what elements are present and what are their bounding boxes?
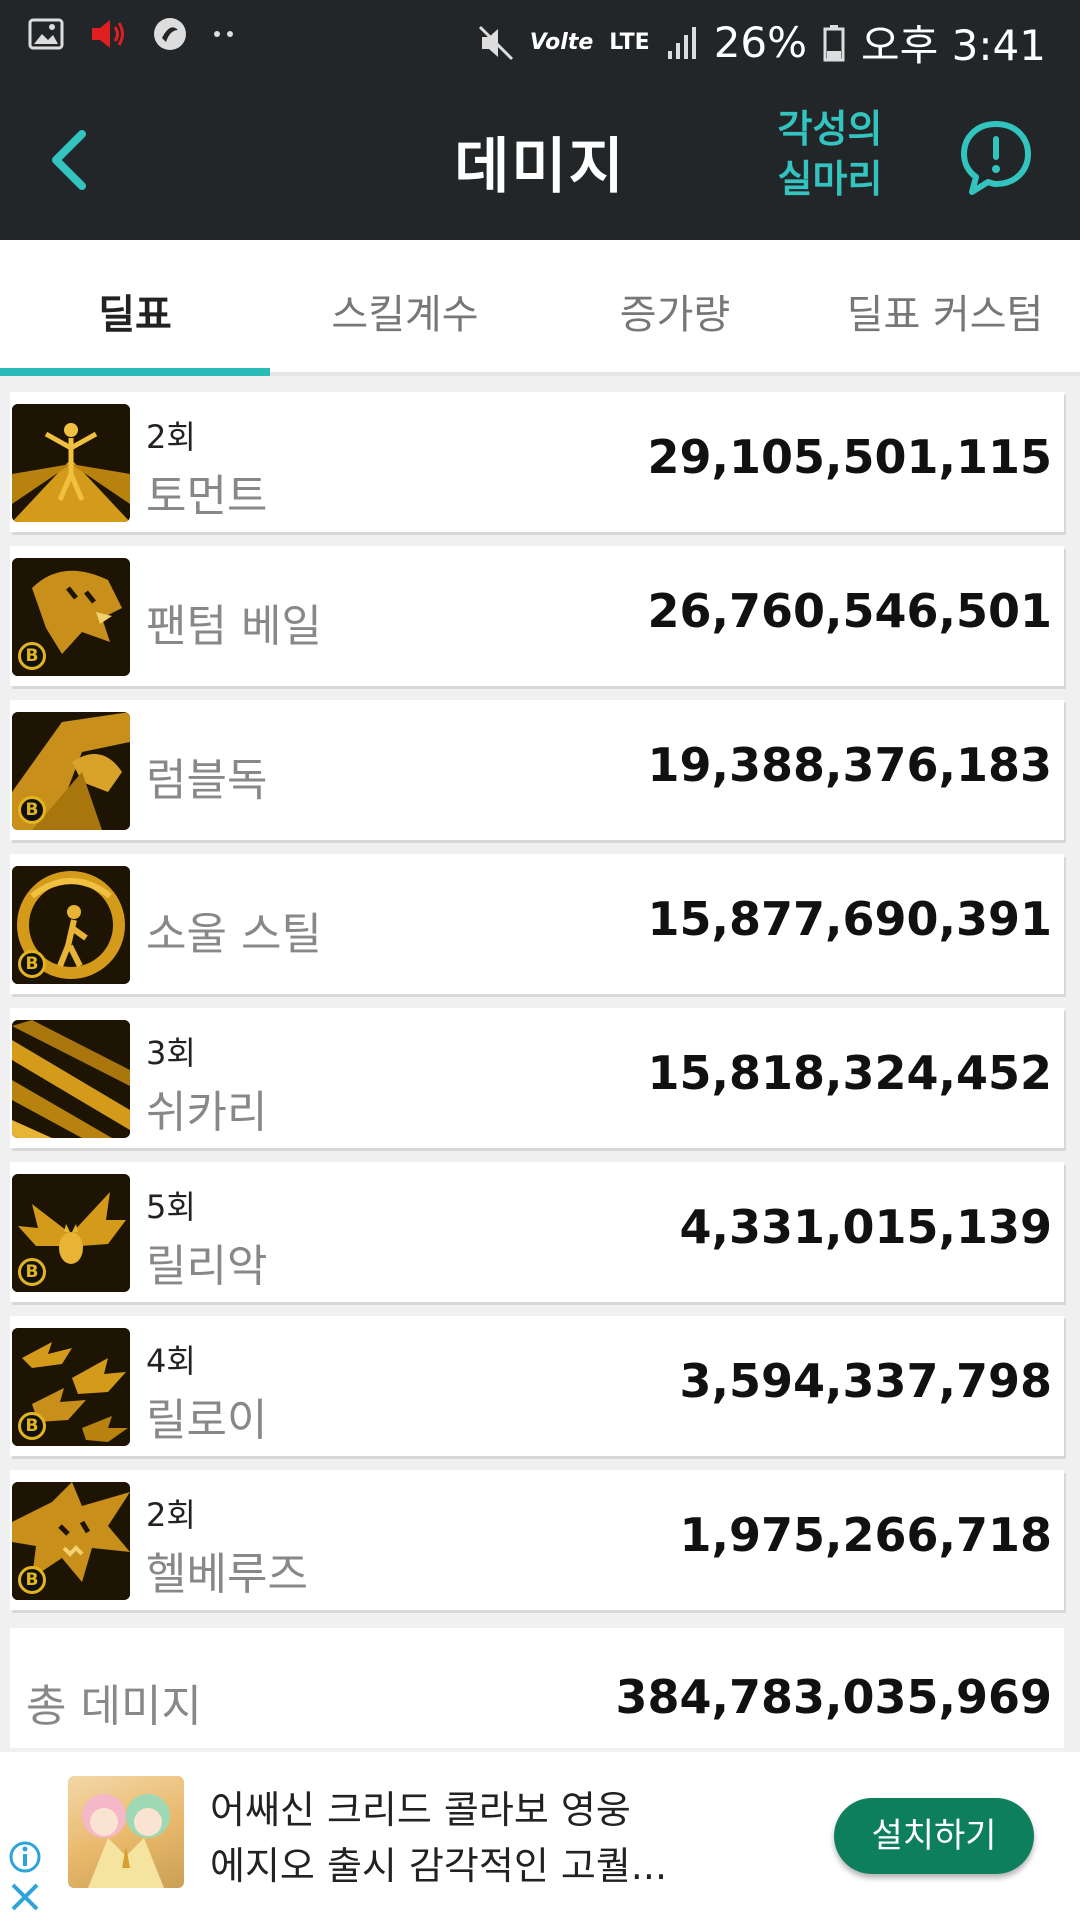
skill-name: 토먼트 xyxy=(146,471,268,522)
skill-name: 팬텀 베일 xyxy=(146,601,322,652)
skill-row[interactable]: B 5회 릴리악 4,331,015,139 xyxy=(10,1162,1064,1302)
ad-banner[interactable]: 어쌔신 크리드 콜라보 영웅 에지오 출시 감각적인 고퀄... 설치하기 xyxy=(0,1752,1080,1920)
volume-icon xyxy=(92,20,124,48)
hit-count: 4회 xyxy=(146,1342,196,1380)
lte-indicator: LTE xyxy=(609,30,650,55)
hit-count: 3회 xyxy=(146,1034,196,1072)
damage-value: 19,388,376,183 xyxy=(647,738,1053,792)
damage-value: 1,975,266,718 xyxy=(679,1508,1053,1562)
damage-value: 4,331,015,139 xyxy=(679,1200,1053,1254)
system-status: Volte LTE 26% 오후 3:41 xyxy=(478,12,1046,73)
skill-row[interactable]: B 2회 헬베루즈 1,975,266,718 xyxy=(10,1470,1064,1610)
hit-count: 5회 xyxy=(146,1188,196,1226)
notification-icons xyxy=(28,16,236,52)
total-damage-value: 384,783,035,969 xyxy=(615,1670,1052,1724)
tab-custom-table[interactable]: 딜표 커스텀 xyxy=(810,240,1080,372)
signal-icon xyxy=(667,26,696,59)
app-bar: 데미지 각성의 실마리 xyxy=(0,76,1080,240)
ad-close-icon[interactable] xyxy=(8,1880,42,1914)
hit-count: 2회 xyxy=(146,1496,196,1534)
more-dots-icon xyxy=(214,31,233,37)
hit-count: 2회 xyxy=(146,418,196,456)
clock: 오후 3:41 xyxy=(861,21,1046,70)
tab-damage-table[interactable]: 딜표 xyxy=(0,240,270,376)
page-title: 데미지 xyxy=(454,132,626,202)
awakening-clue-line2: 실마리 xyxy=(777,157,883,201)
torment-skill-icon xyxy=(12,404,130,522)
skill-name: 소울 스틸 xyxy=(146,909,322,960)
gallery-icon xyxy=(28,18,64,50)
soul-steal-skill-icon: B xyxy=(12,866,130,984)
skill-row[interactable]: B 소울 스틸 15,877,690,391 xyxy=(10,854,1064,994)
damage-value: 15,818,324,452 xyxy=(647,1046,1053,1100)
total-damage-row: 총 데미지 384,783,035,969 xyxy=(10,1628,1064,1748)
skill-row[interactable]: 3회 쉬카리 15,818,324,452 xyxy=(10,1008,1064,1148)
damage-value: 26,760,546,501 xyxy=(647,584,1053,638)
skill-name: 헬베루즈 xyxy=(146,1549,308,1600)
b-badge: B xyxy=(18,1566,46,1594)
skill-name: 쉬카리 xyxy=(146,1087,268,1138)
install-button[interactable]: 설치하기 xyxy=(834,1798,1034,1874)
b-badge: B xyxy=(18,950,46,978)
awakening-clue-button[interactable]: 각성의 실마리 xyxy=(760,104,900,204)
mute-icon xyxy=(478,25,513,60)
shikari-skill-icon xyxy=(12,1020,130,1138)
battery-icon xyxy=(823,24,845,61)
b-badge: B xyxy=(18,1258,46,1286)
tab-increase[interactable]: 증가량 xyxy=(540,240,810,372)
skill-name: 럼블독 xyxy=(146,755,268,806)
helveruz-skill-icon: B xyxy=(12,1482,130,1600)
ad-game-image[interactable] xyxy=(68,1776,184,1888)
b-badge: B xyxy=(18,1412,46,1440)
skill-row[interactable]: 2회 토먼트 29,105,501,115 xyxy=(10,392,1064,532)
ad-line-2: 에지오 출시 감각적인 고퀄... xyxy=(210,1844,668,1888)
status-bar: Volte LTE 26% 오후 3:41 xyxy=(0,0,1080,76)
skill-name: 릴로이 xyxy=(146,1395,268,1446)
phantom-veil-skill-icon: B xyxy=(12,558,130,676)
ad-text[interactable]: 어쌔신 크리드 콜라보 영웅 에지오 출시 감각적인 고퀄... xyxy=(210,1782,690,1894)
ad-info-icon[interactable] xyxy=(8,1840,42,1874)
tab-bar: 딜표 스킬계수 증가량 딜표 커스텀 xyxy=(0,240,1080,376)
awakening-clue-line1: 각성의 xyxy=(777,107,883,151)
damage-value: 15,877,690,391 xyxy=(647,892,1053,946)
liliac-skill-icon: B xyxy=(12,1174,130,1292)
damage-value: 29,105,501,115 xyxy=(647,430,1053,484)
damage-value: 3,594,337,798 xyxy=(679,1354,1053,1408)
skill-name: 릴리악 xyxy=(146,1241,268,1292)
info-bubble-icon[interactable] xyxy=(958,118,1034,198)
app-icon xyxy=(154,18,186,50)
battery-percent: 26% xyxy=(713,18,808,67)
volte-indicator: Volte xyxy=(529,30,594,55)
b-badge: B xyxy=(18,642,46,670)
rumble-dog-skill-icon: B xyxy=(12,712,130,830)
total-damage-label: 총 데미지 xyxy=(26,1681,202,1732)
b-badge: B xyxy=(18,796,46,824)
liloy-skill-icon: B xyxy=(12,1328,130,1446)
skill-row[interactable]: B 럼블독 19,388,376,183 xyxy=(10,700,1064,840)
skill-row[interactable]: B 4회 릴로이 3,594,337,798 xyxy=(10,1316,1064,1456)
skill-row[interactable]: B 팬텀 베일 26,760,546,501 xyxy=(10,546,1064,686)
tab-skill-coefficient[interactable]: 스킬계수 xyxy=(270,240,540,372)
ad-line-1: 어쌔신 크리드 콜라보 영웅 xyxy=(210,1788,631,1832)
